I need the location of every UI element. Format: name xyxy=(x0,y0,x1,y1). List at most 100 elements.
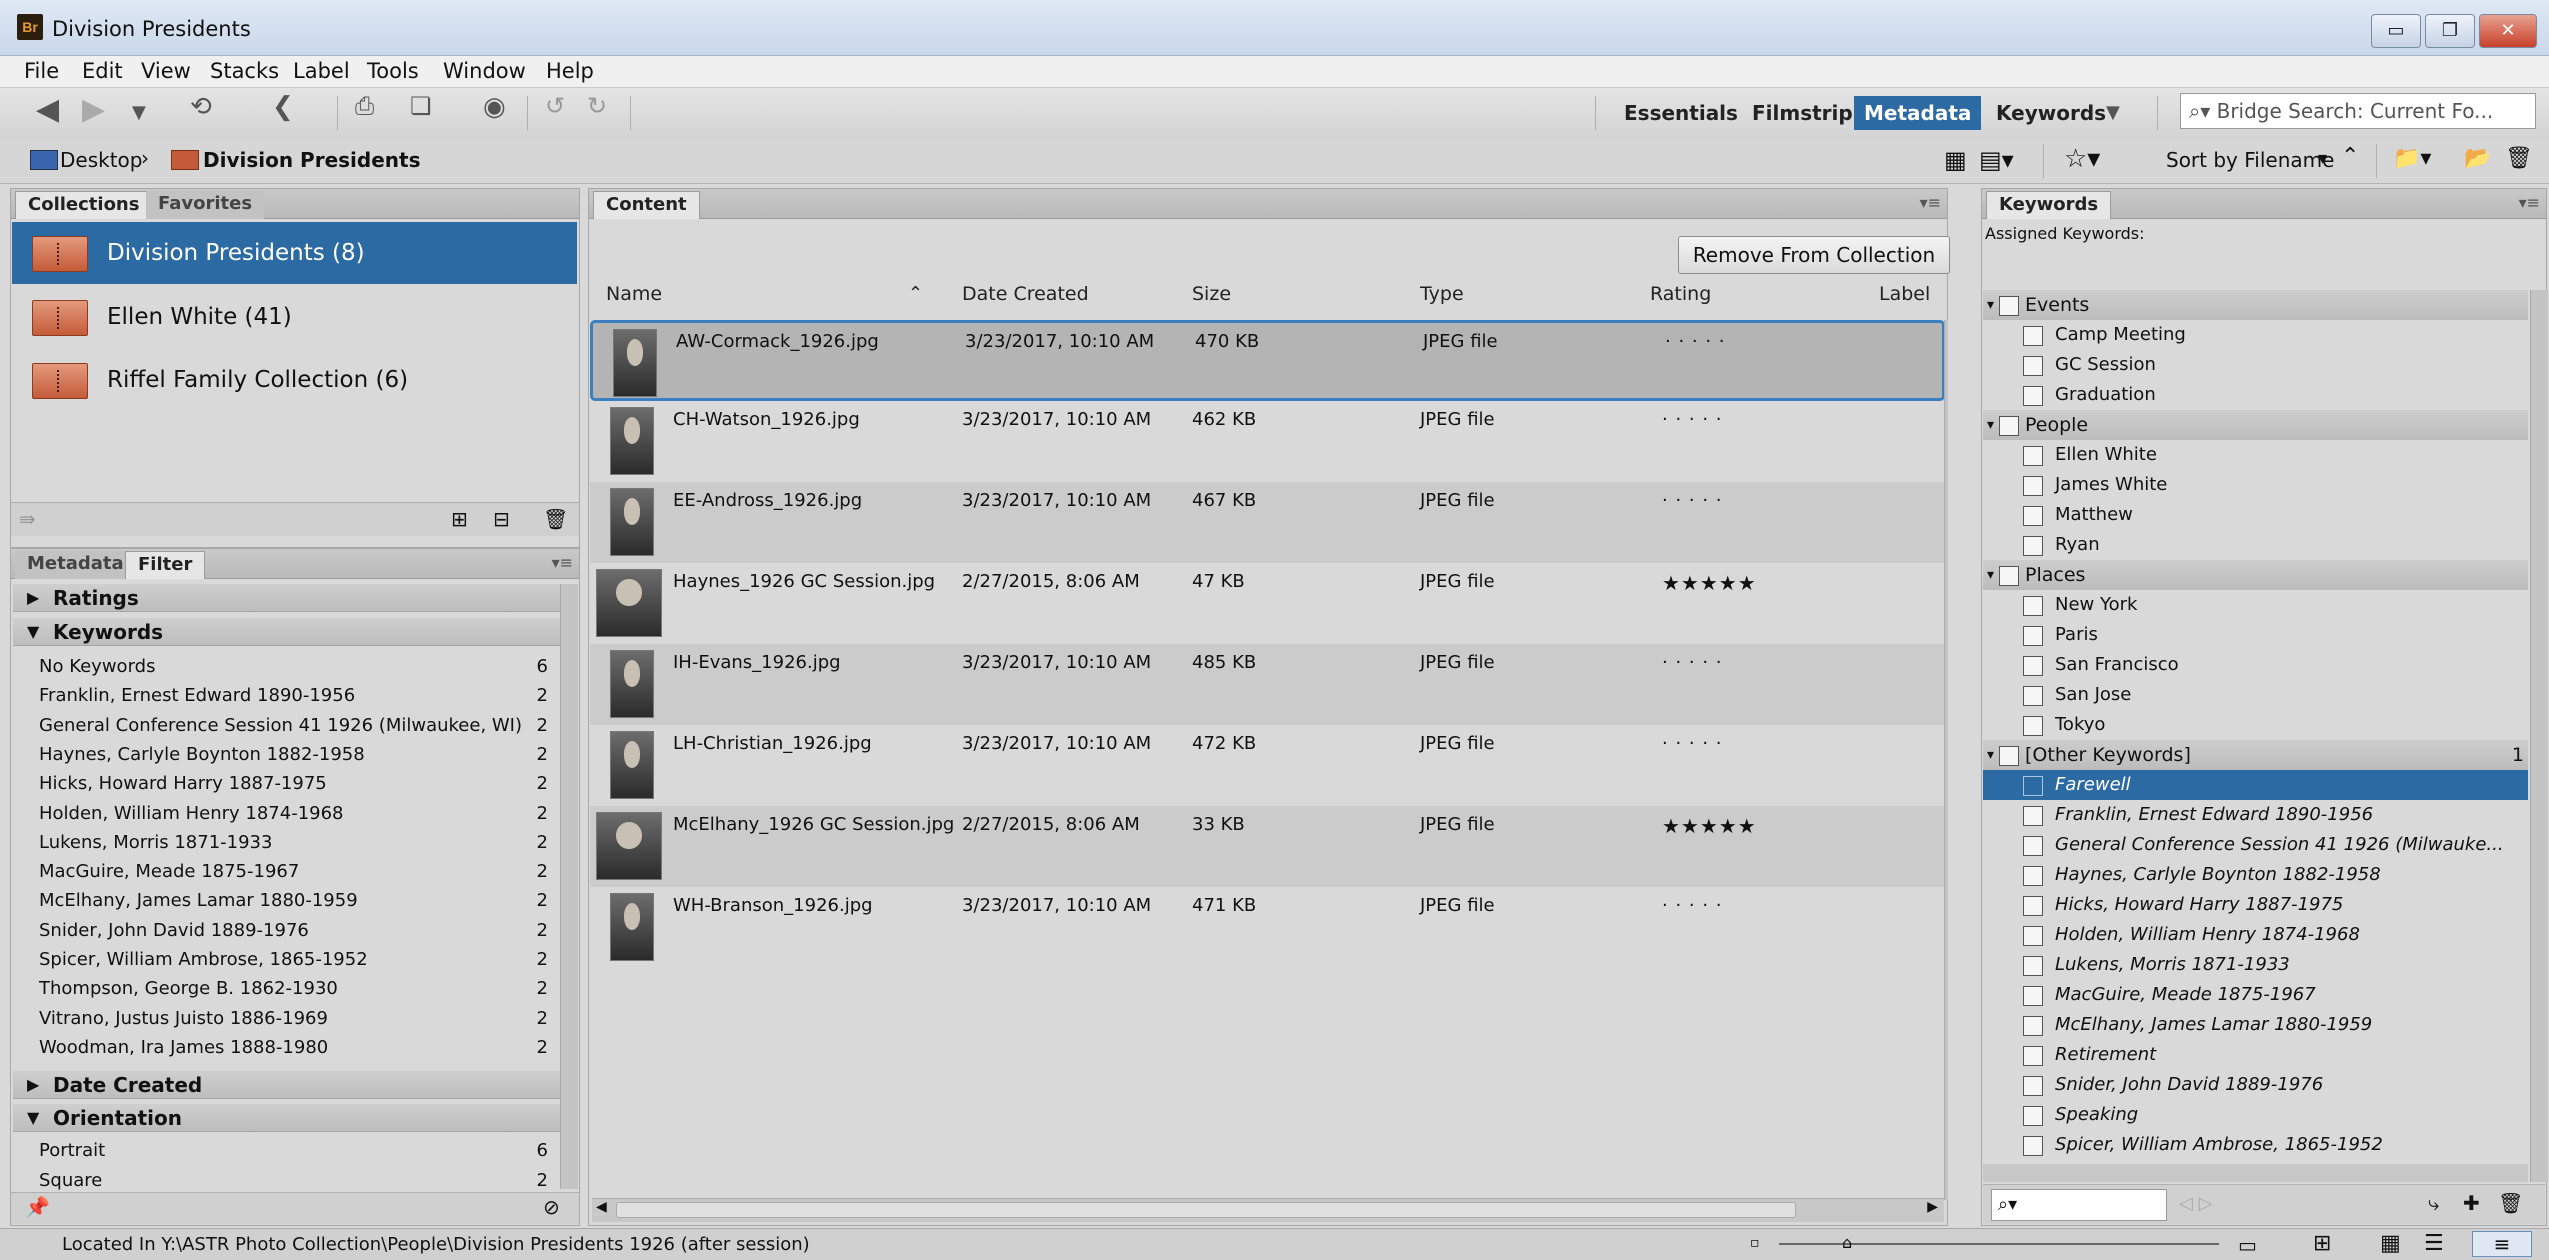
workspace-essentials[interactable]: Essentials xyxy=(1614,96,1748,130)
keyword-checkbox[interactable] xyxy=(2023,626,2043,646)
tab-favorites[interactable]: Favorites xyxy=(146,191,265,219)
keyword-checkbox[interactable] xyxy=(2023,506,2043,526)
sort-chevron-up-icon[interactable]: ⌃ xyxy=(908,283,923,304)
new-collection-from-selection-icon[interactable]: ⇛ xyxy=(19,507,36,531)
delete-collection-icon[interactable]: 🗑 xyxy=(543,507,568,531)
keyword-item[interactable]: New York xyxy=(1983,590,2528,620)
open-recent-folder-icon[interactable]: 📁▾ xyxy=(2393,146,2431,171)
keyword-checkbox[interactable] xyxy=(2023,326,2043,346)
zoom-out-icon[interactable]: ▫ xyxy=(1750,1235,1760,1251)
recent-dropdown-icon[interactable]: ▼ xyxy=(132,102,146,123)
keyword-checkbox[interactable] xyxy=(2023,596,2043,616)
back-arrow-icon[interactable]: ◀ xyxy=(36,92,59,127)
keyword-checkbox[interactable] xyxy=(2023,776,2043,796)
new-smart-collection-icon[interactable]: ⊞ xyxy=(451,507,468,531)
breadcrumb-current[interactable]: Division Presidents xyxy=(203,148,420,172)
collection-item-division-presidents[interactable]: Division Presidents (8) xyxy=(12,222,577,284)
menu-tools[interactable]: Tools xyxy=(367,59,419,83)
refine-icon[interactable]: ❏ xyxy=(410,92,432,120)
thumbnail-view-icon[interactable]: ▦ xyxy=(2380,1231,2401,1256)
scroll-thumb[interactable] xyxy=(616,1202,1796,1218)
column-header-name[interactable]: Name xyxy=(606,283,662,305)
panel-menu-icon[interactable]: ▾≡ xyxy=(2519,193,2540,212)
keyword-checkbox[interactable] xyxy=(2023,1016,2043,1036)
new-folder-icon[interactable]: 📂 xyxy=(2464,146,2491,171)
list-view-icon[interactable]: ≡ xyxy=(2472,1231,2532,1257)
keyword-checkbox[interactable] xyxy=(1999,566,2019,586)
table-row[interactable]: IH-Evans_1926.jpg 3/23/2017, 10:10 AM 485 … xyxy=(590,644,1945,725)
new-sub-keyword-icon[interactable]: ⤷ xyxy=(2428,1191,2439,1215)
triangle-down-icon[interactable]: ▾ xyxy=(1987,560,1994,590)
filter-scrollbar[interactable] xyxy=(560,584,578,1189)
workspace-dropdown-icon[interactable]: ▼ xyxy=(2106,102,2120,123)
filter-keyword-row[interactable]: Woodman, Ira James 1888-1980 2 xyxy=(13,1033,560,1063)
filter-group-orientation[interactable]: ▼ Orientation xyxy=(13,1104,560,1132)
column-header-rating[interactable]: Rating xyxy=(1650,283,1711,305)
tab-metadata[interactable]: Metadata xyxy=(15,551,136,579)
previous-result-icon[interactable]: ◁ ▷ xyxy=(2179,1193,2212,1214)
slider-handle-icon[interactable]: ⌂ xyxy=(1842,1233,1852,1252)
keyword-item[interactable]: Spicer, William Ambrose, 1865-1952 xyxy=(1983,1130,2528,1160)
keyword-checkbox[interactable] xyxy=(2023,476,2043,496)
keyword-checkbox[interactable] xyxy=(2023,656,2043,676)
reveal-recent-icon[interactable]: ⟲ xyxy=(190,92,212,122)
view-options-icon[interactable]: ▤▾ xyxy=(1979,146,2014,174)
sort-dropdown[interactable]: Sort by Filename xyxy=(2166,148,2334,172)
triangle-down-icon[interactable]: ▾ xyxy=(1987,410,1994,440)
forward-arrow-icon[interactable]: ▶ xyxy=(82,92,105,127)
keyword-checkbox[interactable] xyxy=(2023,386,2043,406)
collection-item-ellen-white[interactable]: Ellen White (41) xyxy=(12,286,577,348)
keyword-item[interactable]: San Francisco xyxy=(1983,650,2528,680)
star-filter-icon[interactable]: ☆▾ xyxy=(2064,144,2100,174)
keyword-checkbox[interactable] xyxy=(2023,446,2043,466)
column-header-size[interactable]: Size xyxy=(1192,283,1231,305)
details-view-icon[interactable]: ☰ xyxy=(2424,1231,2444,1256)
keyword-checkbox[interactable] xyxy=(2023,896,2043,916)
keyword-item[interactable]: Holden, William Henry 1874-1968 xyxy=(1983,920,2528,950)
tab-filter[interactable]: Filter xyxy=(125,551,206,579)
filter-group-date-created[interactable]: ▶ Date Created xyxy=(13,1071,560,1099)
menu-edit[interactable]: Edit xyxy=(82,59,123,83)
triangle-down-icon[interactable]: ▾ xyxy=(1987,740,1994,770)
keyword-item[interactable]: McElhany, James Lamar 1880-1959 xyxy=(1983,1010,2528,1040)
keyword-checkbox[interactable] xyxy=(2023,956,2043,976)
keyword-item[interactable]: Camp Meeting xyxy=(1983,320,2528,350)
keywords-scrollbar[interactable] xyxy=(2530,290,2548,1182)
keyword-item[interactable]: Lukens, Morris 1871-1933 xyxy=(1983,950,2528,980)
filter-keyword-row[interactable]: Vitrano, Justus Juisto 1886-1969 2 xyxy=(13,1004,560,1034)
table-row[interactable]: EE-Andross_1926.jpg 3/23/2017, 10:10 AM 46… xyxy=(590,482,1945,563)
keyword-item[interactable]: Franklin, Ernest Edward 1890-1956 xyxy=(1983,800,2528,830)
sort-ascending-icon[interactable]: ⌃ xyxy=(2341,144,2359,169)
menu-window[interactable]: Window xyxy=(443,59,526,83)
panel-menu-icon[interactable]: ▾≡ xyxy=(552,553,573,572)
triangle-down-icon[interactable]: ▾ xyxy=(1987,290,1994,320)
keyword-checkbox[interactable] xyxy=(2023,536,2043,556)
keyword-checkbox[interactable] xyxy=(2023,1046,2043,1066)
search-input[interactable]: ⌕▾ Bridge Search: Current Fo... xyxy=(2180,93,2536,129)
tab-keywords[interactable]: Keywords xyxy=(1986,191,2112,219)
keyword-checkbox[interactable] xyxy=(2023,1076,2043,1096)
keyword-checkbox[interactable] xyxy=(2023,926,2043,946)
filter-keyword-row[interactable]: No Keywords 6 xyxy=(13,652,560,682)
filter-keyword-row[interactable]: Thompson, George B. 1862-1930 2 xyxy=(13,974,560,1004)
breadcrumb-desktop[interactable]: Desktop xyxy=(60,148,142,172)
filter-keyword-row[interactable]: Lukens, Morris 1871-1933 2 xyxy=(13,828,560,858)
keyword-item[interactable]: Tokyo xyxy=(1983,710,2528,740)
filter-keyword-row[interactable]: Holden, William Henry 1874-1968 2 xyxy=(13,799,560,829)
quality-options-icon[interactable]: ▦ xyxy=(1944,146,1967,174)
column-header-type[interactable]: Type xyxy=(1420,283,1464,305)
zoom-in-icon[interactable]: ▭ xyxy=(2238,1233,2257,1257)
keyword-item[interactable]: Farewell xyxy=(1983,770,2528,800)
filter-keyword-row[interactable]: General Conference Session 41 1926 (Milw… xyxy=(13,711,560,741)
content-horizontal-scrollbar[interactable]: ◀ ▶ xyxy=(592,1198,1944,1222)
workspace-keywords[interactable]: Keywords xyxy=(1986,96,2116,130)
keyword-checkbox[interactable] xyxy=(1999,296,2019,316)
keyword-item[interactable]: GC Session xyxy=(1983,350,2528,380)
content-scrollbar[interactable] xyxy=(1944,320,1948,1200)
keyword-item[interactable]: Paris xyxy=(1983,620,2528,650)
keyword-checkbox[interactable] xyxy=(2023,836,2043,856)
keyword-checkbox[interactable] xyxy=(2023,356,2043,376)
keyword-item[interactable]: Matthew xyxy=(1983,500,2528,530)
maximize-button[interactable]: ❐ xyxy=(2425,14,2475,48)
table-row[interactable]: AW-Cormack_1926.jpg 3/23/2017, 10:10 AM 47… xyxy=(590,320,1945,401)
